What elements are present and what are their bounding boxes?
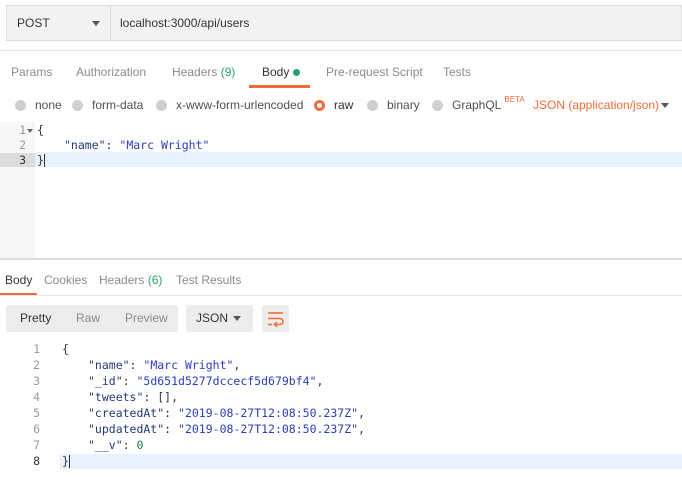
tab-response-body[interactable]: Body (5, 266, 32, 294)
chevron-down-icon[interactable] (661, 103, 669, 108)
code-line: "name": "Marc Wright", (88, 358, 241, 372)
method-select[interactable]: POST (6, 5, 110, 41)
code-line: } (62, 454, 70, 468)
active-line-highlight (35, 152, 682, 167)
response-headers-count: (6) (147, 273, 163, 287)
tab-tests[interactable]: Tests (443, 58, 471, 88)
code-line: { (37, 123, 44, 137)
line-number: 7 (33, 438, 40, 452)
tab-params[interactable]: Params (11, 58, 52, 88)
pane-splitter[interactable] (0, 258, 682, 260)
tab-body[interactable]: Body (262, 58, 301, 88)
code-line: "name": "Marc Wright" (64, 138, 210, 152)
raw-button[interactable]: Raw (76, 305, 100, 332)
code-line: "_id": "5d651d5277dccecf5d679bf4", (88, 374, 324, 388)
line-number: 4 (33, 390, 40, 404)
radio-circle-icon (15, 99, 26, 111)
content-type-select[interactable]: JSON (application/json) (533, 98, 659, 112)
divider (0, 295, 682, 296)
url-text: localhost:3000/api/users (120, 16, 250, 30)
headers-count: (9) (220, 65, 236, 79)
code-line: "updatedAt": "2019-08-27T12:08:50.237Z", (88, 422, 365, 436)
radio-raw[interactable]: raw (314, 98, 353, 112)
chevron-down-icon (233, 316, 241, 321)
body-type-selector: none form-data x-www-form-urlencoded raw… (0, 94, 682, 118)
radio-binary[interactable]: binary (367, 98, 420, 112)
tab-cookies[interactable]: Cookies (44, 266, 87, 294)
request-body-editor[interactable]: 1 2 3 { "name": "Marc Wright" } (0, 122, 682, 258)
radio-urlencoded[interactable]: x-www-form-urlencoded (156, 98, 303, 112)
code-line: "tweets": [], (88, 390, 179, 404)
radio-form-data[interactable]: form-data (72, 98, 143, 112)
line-number-active: 3 (0, 153, 35, 167)
fold-arrow-icon[interactable] (27, 129, 33, 133)
preview-button[interactable]: Preview (125, 305, 168, 332)
wrap-lines-button[interactable] (262, 305, 289, 332)
code-line: { (62, 342, 69, 356)
radio-none[interactable]: none (15, 98, 62, 112)
tab-authorization[interactable]: Authorization (76, 58, 146, 88)
radio-graphql[interactable]: GraphQL BETA (432, 94, 525, 112)
radio-circle-icon (156, 99, 167, 111)
view-mode-toggle: Pretty Raw Preview (6, 305, 178, 332)
radio-circle-icon (432, 99, 443, 111)
format-select[interactable]: JSON (186, 305, 253, 332)
active-tab-indicator (249, 85, 310, 88)
active-line-highlight (60, 454, 682, 469)
method-label: POST (17, 16, 50, 30)
url-input[interactable]: localhost:3000/api/users (110, 5, 682, 41)
request-url-bar: POST localhost:3000/api/users (6, 5, 682, 41)
line-number: 2 (19, 138, 26, 152)
line-number: 2 (33, 358, 40, 372)
line-number: 5 (33, 406, 40, 420)
chevron-down-icon (92, 21, 100, 26)
line-number: 1 (33, 342, 40, 356)
line-number: 3 (33, 374, 40, 388)
beta-badge: BETA (504, 94, 525, 104)
text-cursor (43, 154, 45, 167)
pretty-button[interactable]: Pretty (20, 305, 51, 332)
radio-selected-icon (314, 99, 325, 111)
tab-headers[interactable]: Headers (9) (172, 58, 235, 88)
radio-circle-icon (72, 99, 83, 111)
divider (0, 50, 682, 51)
line-number: 8 (33, 454, 40, 468)
tab-prerequest-script[interactable]: Pre-request Script (326, 58, 423, 88)
wrap-lines-icon (268, 312, 284, 328)
line-number: 6 (33, 422, 40, 436)
code-line: } (37, 153, 45, 167)
code-line: "__v": 0 (88, 438, 144, 452)
text-cursor (68, 455, 70, 468)
line-number: 1 (19, 123, 26, 137)
code-line: "createdAt": "2019-08-27T12:08:50.237Z", (88, 406, 365, 420)
radio-circle-icon (367, 99, 378, 111)
tab-test-results[interactable]: Test Results (176, 266, 241, 294)
tab-response-headers[interactable]: Headers (6) (99, 266, 162, 294)
body-modified-dot-icon (293, 69, 301, 77)
